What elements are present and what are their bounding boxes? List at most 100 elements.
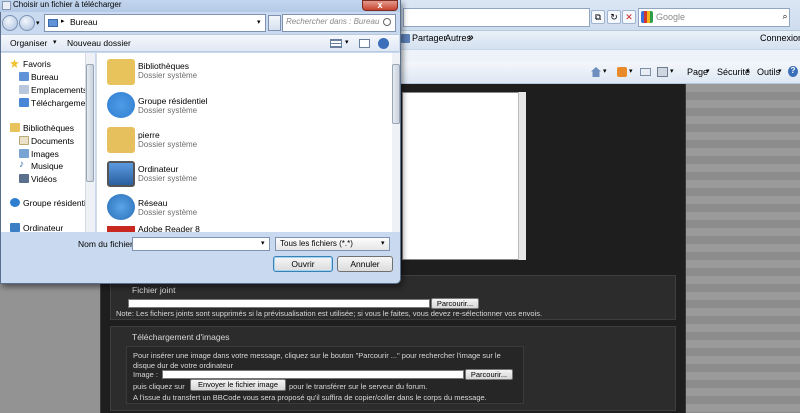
mail-icon[interactable]: [640, 68, 651, 76]
path-dropdown-icon[interactable]: ▾: [257, 18, 261, 26]
list-item[interactable]: Bibliothèques Dossier système: [96, 56, 392, 90]
computer-nav-icon: [10, 223, 20, 232]
dialog-search-placeholder: Rechercher dans : Bureau: [286, 17, 380, 26]
attachment-note: Note: Les fichiers joints sont supprimés…: [116, 309, 543, 318]
address-bar[interactable]: [403, 8, 590, 27]
desktop-icon: [48, 19, 58, 27]
image-browse-button[interactable]: Parcourir...: [465, 369, 513, 380]
user-folder-icon: [107, 127, 135, 153]
nav-downloads[interactable]: Téléchargements: [31, 98, 85, 108]
dialog-help-icon[interactable]: [378, 38, 389, 49]
attachment-browse-button[interactable]: Parcourir...: [431, 298, 479, 309]
list-item-name: Réseau: [138, 198, 168, 208]
list-scroll-thumb[interactable]: [392, 64, 400, 124]
new-folder-button[interactable]: Nouveau dossier: [67, 38, 131, 48]
filetype-select[interactable]: Tous les fichiers (*.*): [275, 237, 390, 251]
documents-icon: [19, 136, 29, 145]
then-click-text: puis cliquez sur: [133, 382, 185, 391]
attachment-title: Fichier joint: [132, 285, 176, 295]
recent-places-icon: [19, 85, 29, 94]
filetype-dropdown-icon[interactable]: ▾: [381, 239, 385, 247]
dialog-refresh-icon[interactable]: [268, 15, 281, 31]
list-item-type: Dossier système: [138, 208, 198, 217]
nav-music[interactable]: Musique: [31, 161, 63, 171]
message-editor[interactable]: [402, 92, 526, 260]
dialog-title: Choisir un fichier à télécharger: [13, 0, 122, 9]
share-icon: [401, 34, 410, 43]
nav-favorites[interactable]: Favoris: [23, 59, 51, 69]
nav-documents[interactable]: Documents: [31, 136, 74, 146]
nav-desktop[interactable]: Bureau: [31, 72, 58, 82]
list-item-name: Ordinateur: [138, 164, 179, 174]
print-dropdown-icon[interactable]: ▾: [670, 67, 674, 75]
editor-scrollbar[interactable]: [518, 92, 526, 260]
rss-icon[interactable]: [617, 67, 627, 77]
view-dropdown-icon[interactable]: ▾: [345, 38, 349, 46]
filename-dropdown-icon[interactable]: ▾: [261, 239, 265, 247]
preview-pane-icon[interactable]: [359, 39, 370, 48]
rss-dropdown-icon[interactable]: ▾: [629, 67, 633, 75]
organize-menu[interactable]: Organiser: [10, 38, 47, 48]
print-icon[interactable]: [657, 67, 668, 77]
view-options-icon[interactable]: [330, 39, 342, 48]
page-menu[interactable]: Page: [687, 67, 708, 77]
nav-libraries[interactable]: Bibliothèques: [23, 123, 74, 133]
nav-images[interactable]: Images: [31, 149, 59, 159]
list-item-name: pierre: [138, 130, 160, 140]
dialog-search-icon[interactable]: [383, 18, 391, 26]
nav-computer[interactable]: Ordinateur: [23, 223, 63, 233]
downloads-icon: [19, 98, 29, 107]
homegroup-icon: [107, 92, 135, 118]
security-dropdown-icon[interactable]: ▾: [746, 67, 750, 75]
share-link[interactable]: Partager: [412, 33, 447, 43]
tools-menu[interactable]: Outils: [757, 67, 780, 77]
nav-homegroup[interactable]: Groupe résidentiel: [23, 198, 85, 208]
images-icon: [19, 149, 29, 158]
history-dropdown-icon[interactable]: ▾: [36, 19, 40, 27]
cancel-button[interactable]: Annuler: [337, 256, 393, 272]
network-icon: [107, 194, 135, 220]
refresh-icon[interactable]: ↻: [607, 10, 621, 24]
list-item-type: Dossier système: [138, 174, 198, 183]
libraries-nav-icon: [10, 123, 20, 132]
filename-input[interactable]: [132, 237, 270, 251]
connexion-link[interactable]: Connexion: [760, 33, 800, 43]
send-image-button[interactable]: Envoyer le fichier image: [190, 379, 286, 391]
homegroup-nav-icon: [10, 198, 20, 207]
filename-label: Nom du fichier :: [78, 239, 138, 249]
tools-dropdown-icon[interactable]: ▾: [778, 67, 782, 75]
back-icon[interactable]: [2, 15, 18, 31]
list-item[interactable]: Groupe résidentiel Dossier système: [96, 90, 392, 124]
computer-icon: [107, 161, 135, 187]
list-item-name: Bibliothèques: [138, 61, 190, 71]
nav-videos[interactable]: Vidéos: [31, 174, 57, 184]
image-upload-intro-line2: disque dur de votre ordinateur: [133, 361, 234, 370]
nav-scroll-thumb[interactable]: [86, 64, 94, 182]
libraries-icon: [107, 59, 135, 85]
search-icon[interactable]: ⌕: [778, 10, 792, 24]
help-icon[interactable]: ?: [788, 66, 798, 77]
home-dropdown-icon[interactable]: ▾: [603, 67, 607, 75]
compat-view-icon[interactable]: ⧉: [591, 10, 605, 24]
forward-icon[interactable]: [19, 15, 35, 31]
page-dropdown-icon[interactable]: ▾: [706, 67, 710, 75]
list-item-name: Groupe résidentiel: [138, 96, 208, 106]
path-separator-icon: ▸: [61, 18, 65, 25]
list-item[interactable]: Ordinateur Dossier système: [96, 158, 392, 192]
dialog-path-text: Bureau: [70, 17, 98, 27]
music-icon: ♪: [19, 159, 24, 170]
then-transfer-text: pour le transférer sur le serveur du for…: [289, 382, 428, 391]
list-item[interactable]: pierre Dossier système: [96, 124, 392, 158]
dialog-close-button[interactable]: x: [362, 0, 398, 11]
image-file-input[interactable]: [162, 370, 464, 379]
attachment-file-input[interactable]: [128, 299, 430, 308]
organize-dropdown-icon[interactable]: ▾: [53, 38, 57, 46]
videos-icon: [19, 174, 29, 183]
stop-icon[interactable]: ✕: [622, 10, 636, 24]
list-item[interactable]: Réseau Dossier système: [96, 192, 392, 226]
open-button[interactable]: Ouvrir: [273, 256, 333, 272]
list-item-name: Adobe Reader 8: [138, 226, 200, 234]
nav-recent-places[interactable]: Emplacements ré: [31, 85, 85, 95]
list-item-type: Dossier système: [138, 71, 198, 80]
more-chevron-icon[interactable]: »: [468, 32, 474, 43]
